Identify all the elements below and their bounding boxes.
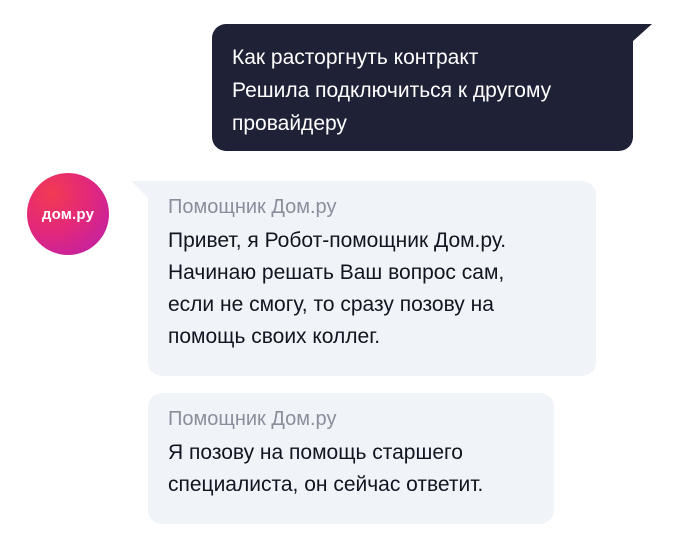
bot-message-line: специалиста, он сейчас ответит.: [168, 473, 484, 496]
bot-avatar: дом.ру: [27, 173, 109, 255]
user-message-line: провайдеру: [232, 112, 347, 135]
bot-message-tail: [131, 181, 149, 199]
user-message-bubble: Как расторгнуть контракт Решила подключи…: [212, 24, 633, 151]
bot-message-line: Я позову на помощь старшего: [168, 441, 463, 464]
bot-sender-name: Помощник Дом.ру: [168, 408, 337, 430]
user-message-line: Решила подключиться к другому: [232, 79, 552, 102]
bot-message-bubble: Помощник Дом.ру Я позову на помощь старш…: [148, 393, 554, 524]
bot-sender-name: Помощник Дом.ру: [168, 196, 337, 218]
bot-message-line: Начинаю решать Ваш вопрос сам,: [168, 261, 505, 284]
bot-avatar-logo-text: дом.ру: [41, 205, 95, 223]
bot-message-bubble: Помощник Дом.ру Привет, я Робот-помощник…: [148, 181, 596, 376]
bot-message-line: Привет, я Робот-помощник Дом.ру.: [168, 229, 507, 252]
chat-thread: Как расторгнуть контракт Решила подключи…: [0, 0, 680, 541]
bot-message-line: помощь своих коллег.: [168, 325, 381, 348]
bot-message-line: если не смогу, то сразу позову на: [168, 293, 494, 316]
user-message-line: Как расторгнуть контракт: [232, 46, 479, 69]
user-message-tail: [632, 24, 652, 42]
